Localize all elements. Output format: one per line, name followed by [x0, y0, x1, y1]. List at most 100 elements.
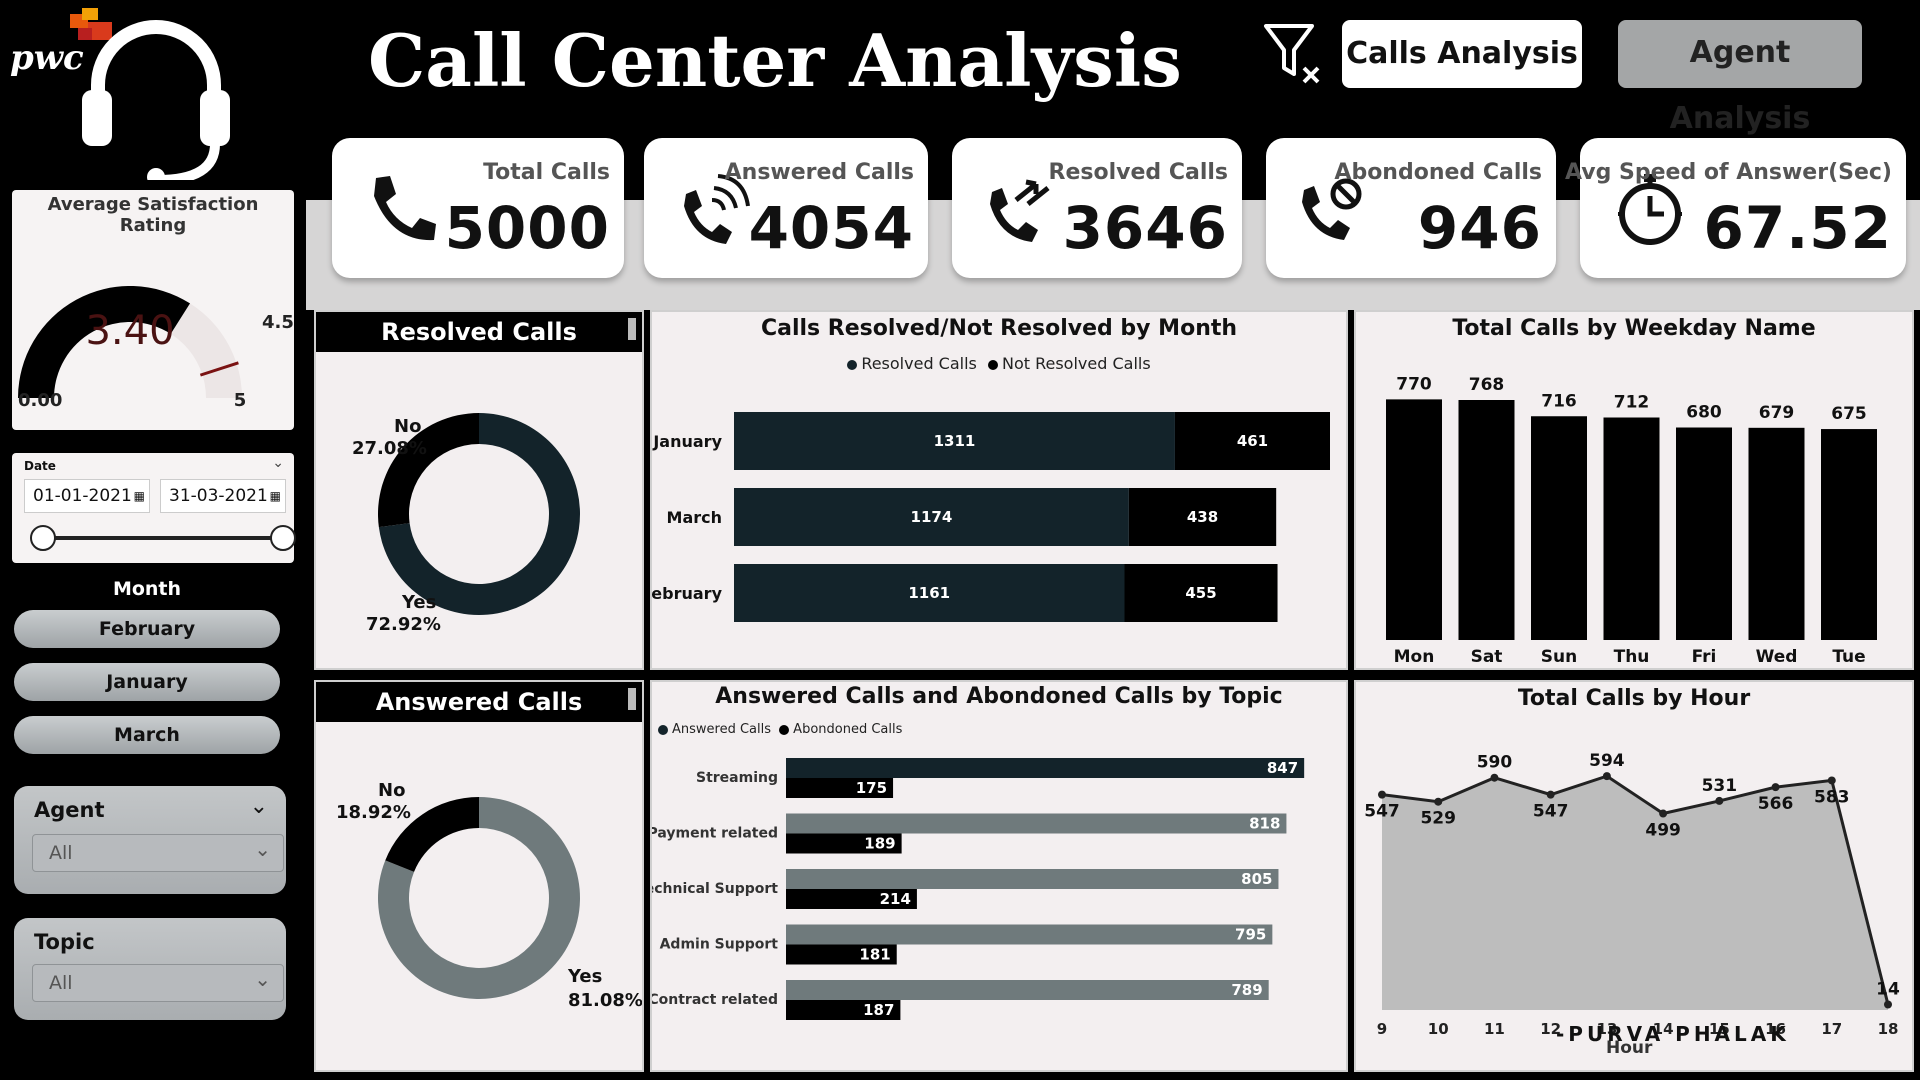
data-label: 455: [1185, 584, 1216, 602]
data-label: 529: [1420, 809, 1456, 829]
category-label: Streaming: [696, 770, 778, 786]
data-label: 214: [880, 890, 911, 908]
scrollbar[interactable]: [628, 318, 636, 340]
category-label: Contract related: [652, 992, 778, 1008]
answered-donut-title: Answered Calls: [316, 682, 642, 722]
chevron-down-icon: ⌄: [254, 967, 271, 991]
month-february-button[interactable]: February: [14, 610, 280, 648]
chevron-down-icon[interactable]: ⌄: [272, 455, 284, 471]
month-january-button[interactable]: January: [14, 663, 280, 701]
topic-dropdown[interactable]: All ⌄: [32, 964, 284, 1002]
bar-answered: [786, 924, 1273, 945]
date-start-input[interactable]: 01-01-2021 ▦: [24, 479, 150, 513]
weekday-chart-panel: Total Calls by Weekday Name 770 Mon 768 Sat…: [1354, 310, 1914, 670]
data-label: 789: [1231, 981, 1262, 999]
bar-answered: [786, 980, 1269, 1000]
tick-label: Sat: [1471, 647, 1503, 667]
satisfaction-value: 3.40: [85, 308, 174, 354]
month-chart-panel: Calls Resolved/Not Resolved by Month Res…: [650, 310, 1348, 670]
month-march-button[interactable]: March: [14, 716, 280, 754]
page-title: Call Center Analysis: [368, 18, 1182, 103]
legend-label: Not Resolved Calls: [1001, 354, 1151, 373]
data-label: 187: [863, 1001, 894, 1019]
category-label: February: [652, 584, 723, 603]
author-credit: -PURVA PHALAK: [1556, 1022, 1790, 1046]
kpi-label: Resolved Calls: [1048, 160, 1228, 185]
category-label: Payment related: [652, 826, 778, 842]
bar-answered: [786, 758, 1305, 778]
bar-answered: [786, 813, 1287, 834]
date-label: Date: [24, 459, 56, 473]
legend-label: Abondoned Calls: [793, 722, 903, 737]
area-fill: [1382, 776, 1888, 1010]
date-end-input[interactable]: 31-03-2021 ▦: [160, 479, 286, 513]
tick-label: 10: [1428, 1020, 1449, 1038]
filter-clear-icon[interactable]: [1262, 20, 1326, 86]
hour-chart: 5479529105901154712594134991453115566165…: [1364, 751, 1900, 1038]
topic-label: Topic: [34, 930, 95, 954]
legend-dot: [779, 724, 790, 735]
data-label: 712: [1614, 393, 1650, 413]
data-label: 716: [1541, 391, 1577, 411]
satisfaction-gauge: 3.40 0.00 5 4.50: [18, 286, 294, 411]
dashboard: pwc Average Satisfaction Rating 3.40 0.0…: [0, 0, 1920, 1080]
data-label: 679: [1759, 403, 1795, 423]
kpi-value: 946: [1417, 194, 1542, 262]
donut-label-no: No: [394, 416, 421, 437]
agent-value: All: [49, 842, 73, 864]
data-label: 461: [1237, 432, 1268, 450]
donut-pct-yes: 72.92%: [366, 614, 441, 635]
tick-label: Fri: [1692, 647, 1717, 667]
data-label: 531: [1702, 776, 1738, 796]
hour-chart-title: Total Calls by Hour: [1517, 686, 1751, 711]
bar: [1676, 427, 1732, 640]
month-chart-legend: Resolved Calls Not Resolved Calls: [652, 354, 1346, 373]
data-point: [1771, 783, 1780, 792]
month-chart: January 1311 461 March 1174 438 February 1161 45…: [652, 412, 1330, 622]
kpi-label: Avg Speed of Answer(Sec): [1565, 160, 1892, 185]
data-label: 795: [1235, 926, 1266, 944]
bar: [1458, 400, 1515, 640]
data-point: [1434, 797, 1443, 806]
chevron-down-icon[interactable]: ⌄: [250, 794, 268, 819]
calendar-icon[interactable]: ▦: [134, 480, 145, 512]
bar: [1531, 416, 1587, 640]
tick-label: 11: [1484, 1020, 1505, 1038]
bar: [1748, 427, 1805, 640]
data-label: 805: [1241, 870, 1272, 888]
calendar-icon[interactable]: ▦: [270, 480, 281, 512]
tick-label: 9: [1377, 1020, 1387, 1038]
chevron-down-icon: ⌄: [254, 837, 271, 861]
topic-chart-title: Answered Calls and Abondoned Calls by To…: [715, 684, 1283, 709]
data-point: [1490, 773, 1499, 782]
data-point: [1602, 772, 1611, 781]
data-label: 181: [859, 946, 890, 964]
weekday-chart-title: Total Calls by Weekday Name: [1452, 316, 1816, 341]
logo-text: pwc: [10, 38, 84, 78]
kpi-value: 67.52: [1703, 194, 1892, 262]
scrollbar[interactable]: [628, 688, 636, 710]
date-range-start-handle[interactable]: [30, 525, 56, 551]
date-range-track: [42, 536, 272, 540]
date-range-end-handle[interactable]: [270, 525, 296, 551]
agent-label: Agent: [34, 798, 105, 822]
date-end-value: 31-03-2021: [169, 486, 268, 506]
data-label: 770: [1396, 374, 1432, 394]
calls-analysis-button[interactable]: Calls Analysis: [1342, 20, 1582, 88]
agent-dropdown[interactable]: All ⌄: [32, 834, 284, 872]
kpi-label: Answered Calls: [724, 160, 914, 185]
resolved-donut-chart: No 27.08% Yes 72.92%: [352, 413, 580, 635]
bar: [1821, 429, 1877, 640]
data-label: 175: [856, 779, 887, 797]
legend-dot: [658, 724, 668, 735]
answered-donut-chart: No 18.92% Yes 81.08%: [336, 780, 642, 1011]
data-point: [1546, 790, 1555, 799]
category-label: Technical Support: [652, 881, 778, 897]
gauge-min: 0.00: [18, 390, 62, 411]
data-point: [1827, 776, 1836, 785]
agent-analysis-button[interactable]: Agent Analysis: [1618, 20, 1862, 136]
kpi-resolved-calls: Resolved Calls 3646: [952, 138, 1242, 278]
month-chart-title: Calls Resolved/Not Resolved by Month: [760, 316, 1238, 341]
donut-label-yes: Yes: [401, 592, 436, 613]
tick-label: Mon: [1394, 647, 1435, 667]
